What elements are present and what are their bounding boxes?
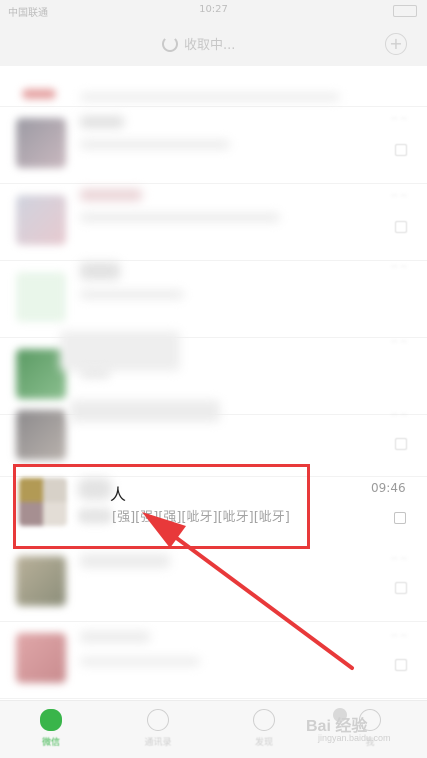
chat-row[interactable]: ·· ··: [0, 260, 427, 338]
battery-icon: [393, 5, 417, 17]
avatar: [22, 89, 56, 99]
mute-icon: [395, 582, 407, 594]
mute-icon: [395, 221, 407, 233]
chat-icon: [40, 709, 62, 731]
status-bar: 中国联通 10:27: [0, 0, 427, 22]
mute-icon: [395, 438, 407, 450]
avatar: [16, 349, 66, 399]
tab-label: 发现: [254, 738, 273, 748]
discover-icon: [253, 709, 275, 731]
highlight-box: [13, 464, 310, 549]
chat-row[interactable]: ·· ··: [0, 106, 427, 184]
clock: 10:27: [199, 4, 228, 15]
avatar: [16, 633, 66, 683]
avatar: [16, 556, 66, 606]
mute-icon: [395, 144, 407, 156]
avatar: [16, 410, 66, 460]
contacts-icon: [147, 709, 169, 731]
avatar: [16, 195, 66, 245]
tab-label: 微信: [41, 738, 60, 748]
avatar: [16, 272, 66, 322]
chat-list: ·· ·· ·· ·· ·· ·· ·· ·· ·· ·· ·· ·· ·· ·…: [0, 66, 427, 700]
watermark-url: jingyan.baidu.com: [318, 733, 391, 743]
chat-row[interactable]: ·· ··: [0, 621, 427, 699]
mute-icon: [394, 512, 406, 524]
tab-chats[interactable]: 微信: [21, 709, 81, 755]
tab-contacts[interactable]: 通讯录: [128, 709, 188, 755]
tab-label: 通讯录: [144, 738, 172, 748]
chat-row[interactable]: [0, 29, 427, 107]
tab-discover[interactable]: 发现: [234, 709, 294, 755]
chat-row[interactable]: ·· ··: [0, 544, 427, 622]
mute-icon: [395, 659, 407, 671]
chat-time: 09:46: [371, 481, 406, 495]
avatar: [16, 118, 66, 168]
chat-row[interactable]: ·· ··: [0, 183, 427, 261]
